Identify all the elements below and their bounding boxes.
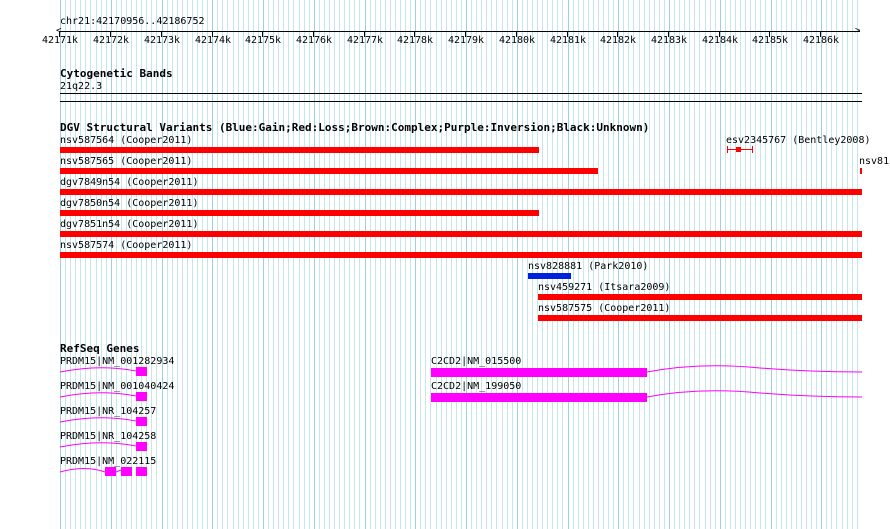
gene-exon: [136, 417, 147, 426]
gene-intron-line: [59, 442, 137, 448]
gene-exon: [136, 442, 147, 451]
gene-intron-line: [646, 390, 863, 398]
gene-exon: [121, 467, 132, 476]
genome-browser-view[interactable]: chr21:42170956..42186752 < > 42171k 4217…: [0, 0, 890, 529]
gene-intron-line: [59, 367, 137, 373]
gene-intron-line: [59, 392, 137, 398]
gene-exon: [136, 367, 147, 376]
refseq-gene-models: [59, 365, 863, 476]
gene-exon: [136, 392, 147, 401]
gene-exon: [105, 467, 116, 476]
gene-intron-line: [59, 468, 106, 473]
gene-exon: [431, 368, 647, 377]
gene-intron-line: [59, 417, 137, 423]
gene-exon: [431, 393, 647, 402]
gene-intron-line: [646, 365, 863, 373]
gene-exon: [136, 467, 147, 476]
